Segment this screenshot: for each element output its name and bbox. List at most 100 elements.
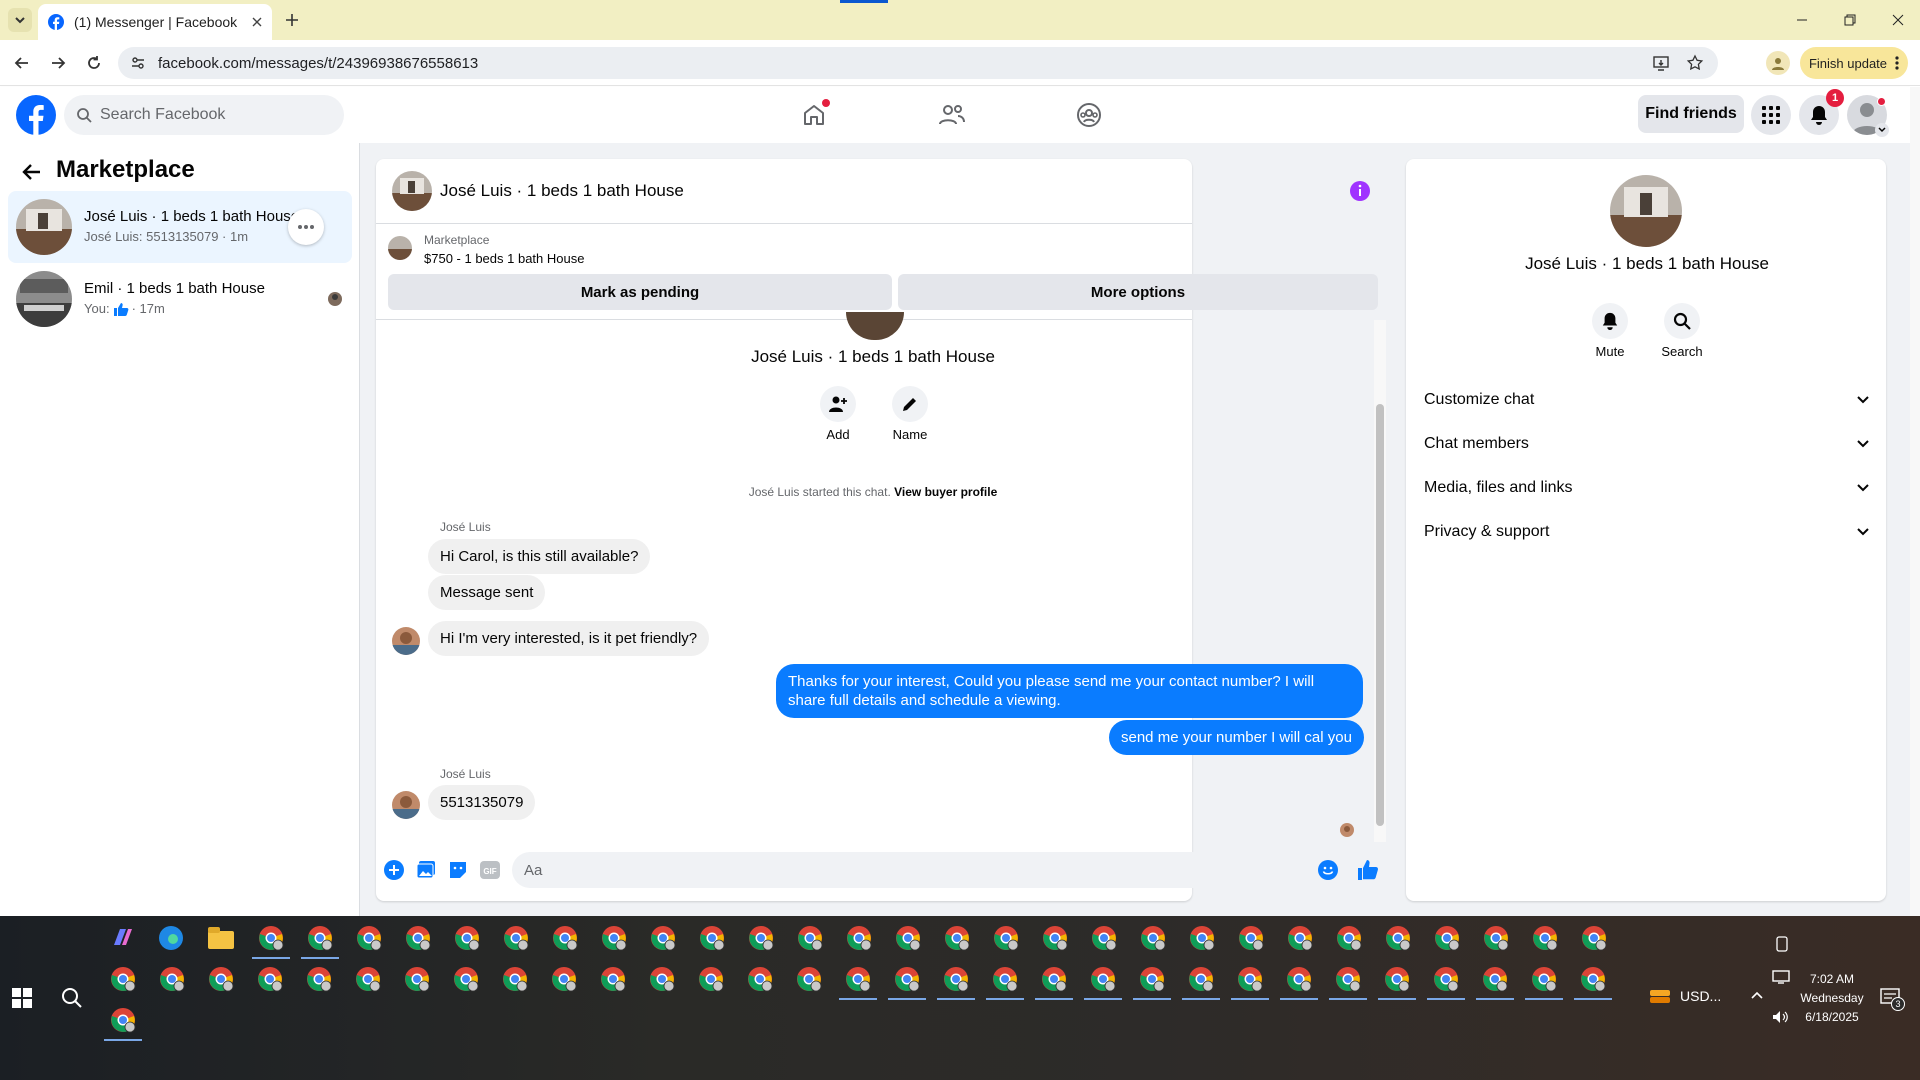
chat-header-avatar[interactable]: [392, 171, 432, 211]
chrome-app-icon[interactable]: [252, 925, 290, 959]
chrome-app-icon[interactable]: [1084, 966, 1122, 1000]
show-hidden-icons-button[interactable]: [1750, 990, 1764, 1000]
nav-home[interactable]: [794, 95, 834, 135]
chrome-app-icon[interactable]: [552, 925, 578, 951]
chrome-app-icon[interactable]: [257, 966, 283, 992]
minimize-button[interactable]: [1794, 12, 1810, 28]
forward-button[interactable]: [48, 53, 68, 73]
edit-name-button[interactable]: [892, 386, 928, 422]
chrome-app-icon[interactable]: [1336, 925, 1362, 951]
chrome-app-icon[interactable]: [454, 925, 480, 951]
chrome-app-icon[interactable]: [1385, 925, 1411, 951]
mute-button[interactable]: [1592, 303, 1628, 339]
restore-button[interactable]: [1842, 12, 1858, 28]
chrome-app-icon[interactable]: [355, 966, 381, 992]
message-incoming[interactable]: Message sent: [428, 575, 546, 610]
profile-avatar-button[interactable]: [1766, 51, 1790, 75]
chrome-app-icon[interactable]: [600, 966, 626, 992]
mark-as-pending-button[interactable]: Mark as pending: [388, 274, 892, 310]
nav-friends[interactable]: [932, 95, 972, 135]
conversation-info-button[interactable]: [1348, 179, 1372, 203]
privacy-support-section[interactable]: Privacy & support: [1422, 510, 1872, 554]
search-facebook-input[interactable]: Search Facebook: [64, 95, 344, 135]
chrome-app-icon[interactable]: [601, 925, 627, 951]
chrome-app-icon[interactable]: [104, 1007, 142, 1041]
chrome-app-icon[interactable]: [1434, 925, 1460, 951]
chrome-app-icon[interactable]: [1532, 925, 1558, 951]
chrome-app-icon[interactable]: [502, 966, 528, 992]
chrome-app-icon[interactable]: [993, 925, 1019, 951]
volume-icon[interactable]: [1772, 1010, 1790, 1024]
chrome-app-icon[interactable]: [797, 925, 823, 951]
message-incoming[interactable]: Hi I'm very interested, is it pet friend…: [428, 621, 710, 656]
start-button[interactable]: [12, 988, 32, 1008]
message-incoming[interactable]: Hi Carol, is this still available?: [428, 539, 651, 574]
chrome-app-icon[interactable]: [1525, 966, 1563, 1000]
file-explorer-app-icon[interactable]: [208, 927, 234, 949]
listing-price[interactable]: $750 - 1 beds 1 bath House: [424, 251, 584, 266]
copilot-app-icon[interactable]: [110, 925, 136, 951]
add-people-button[interactable]: [820, 386, 856, 422]
chrome-app-icon[interactable]: [895, 925, 921, 951]
menu-button[interactable]: [1751, 95, 1791, 135]
tab-search-button[interactable]: [8, 8, 32, 32]
customize-chat-section[interactable]: Customize chat: [1422, 378, 1872, 422]
taskbar-search-button[interactable]: [60, 986, 84, 1010]
account-menu-button[interactable]: [1875, 123, 1889, 137]
chrome-app-icon[interactable]: [1035, 966, 1073, 1000]
tablet-mode-icon[interactable]: [1776, 936, 1788, 952]
conversation-item-emil[interactable]: Emil · 1 beds 1 bath House You: · 17m: [8, 263, 352, 335]
chrome-app-icon[interactable]: [405, 925, 431, 951]
finish-update-button[interactable]: Finish update: [1800, 47, 1908, 79]
chrome-app-icon[interactable]: [1231, 966, 1269, 1000]
chat-members-section[interactable]: Chat members: [1422, 422, 1872, 466]
chrome-app-icon[interactable]: [1238, 925, 1264, 951]
chrome-app-icon[interactable]: [1140, 925, 1166, 951]
browser-tab[interactable]: (1) Messenger | Facebook: [38, 4, 272, 40]
media-files-links-section[interactable]: Media, files and links: [1422, 466, 1872, 510]
send-like-button[interactable]: [1356, 858, 1380, 882]
chat-title[interactable]: José Luis · 1 beds 1 bath House: [440, 181, 684, 201]
page-scrollbar[interactable]: [1910, 87, 1920, 916]
gif-button[interactable]: GIF: [480, 861, 500, 879]
emoji-button[interactable]: [1318, 860, 1338, 880]
message-incoming[interactable]: 5513135079: [428, 785, 536, 820]
find-friends-button[interactable]: Find friends: [1638, 95, 1744, 133]
message-outgoing[interactable]: Thanks for your interest, Could you plea…: [776, 664, 1363, 718]
edge-app-icon[interactable]: [158, 925, 184, 951]
facebook-logo[interactable]: [16, 95, 56, 135]
more-actions-button[interactable]: [384, 860, 404, 880]
chrome-app-icon[interactable]: [699, 925, 725, 951]
chrome-app-icon[interactable]: [937, 966, 975, 1000]
chrome-app-icon[interactable]: [1483, 925, 1509, 951]
address-bar[interactable]: facebook.com/messages/t/2439693867655861…: [118, 47, 1718, 79]
chrome-app-icon[interactable]: [1378, 966, 1416, 1000]
chrome-app-icon[interactable]: [356, 925, 382, 951]
chat-scrollbar-thumb[interactable]: [1376, 404, 1384, 826]
chrome-app-icon[interactable]: [1329, 966, 1367, 1000]
chrome-app-icon[interactable]: [839, 966, 877, 1000]
message-outgoing[interactable]: send me your number I will cal you: [1109, 720, 1364, 755]
star-icon[interactable]: [1686, 54, 1704, 72]
chrome-app-icon[interactable]: [986, 966, 1024, 1000]
new-tab-button[interactable]: [282, 10, 302, 30]
chrome-app-icon[interactable]: [944, 925, 970, 951]
chrome-app-icon[interactable]: [208, 966, 234, 992]
reload-button[interactable]: [84, 53, 104, 73]
chrome-app-icon[interactable]: [1189, 925, 1215, 951]
network-icon[interactable]: [1772, 970, 1790, 984]
back-button[interactable]: [12, 53, 32, 73]
chrome-app-icon[interactable]: [404, 966, 430, 992]
chrome-app-icon[interactable]: [503, 925, 529, 951]
chrome-app-icon[interactable]: [1133, 966, 1171, 1000]
message-input[interactable]: Aa: [512, 852, 1316, 888]
info-avatar[interactable]: [1610, 175, 1682, 247]
taskbar-clock[interactable]: 7:02 AM Wednesday 6/18/2025: [1794, 970, 1870, 1027]
search-in-conversation-button[interactable]: [1664, 303, 1700, 339]
install-app-icon[interactable]: [1652, 54, 1670, 72]
conversation-options-button[interactable]: [288, 209, 324, 245]
chrome-app-icon[interactable]: [110, 966, 136, 992]
chrome-app-icon[interactable]: [1182, 966, 1220, 1000]
attach-photo-button[interactable]: [416, 860, 436, 880]
chrome-app-icon[interactable]: [1581, 925, 1607, 951]
